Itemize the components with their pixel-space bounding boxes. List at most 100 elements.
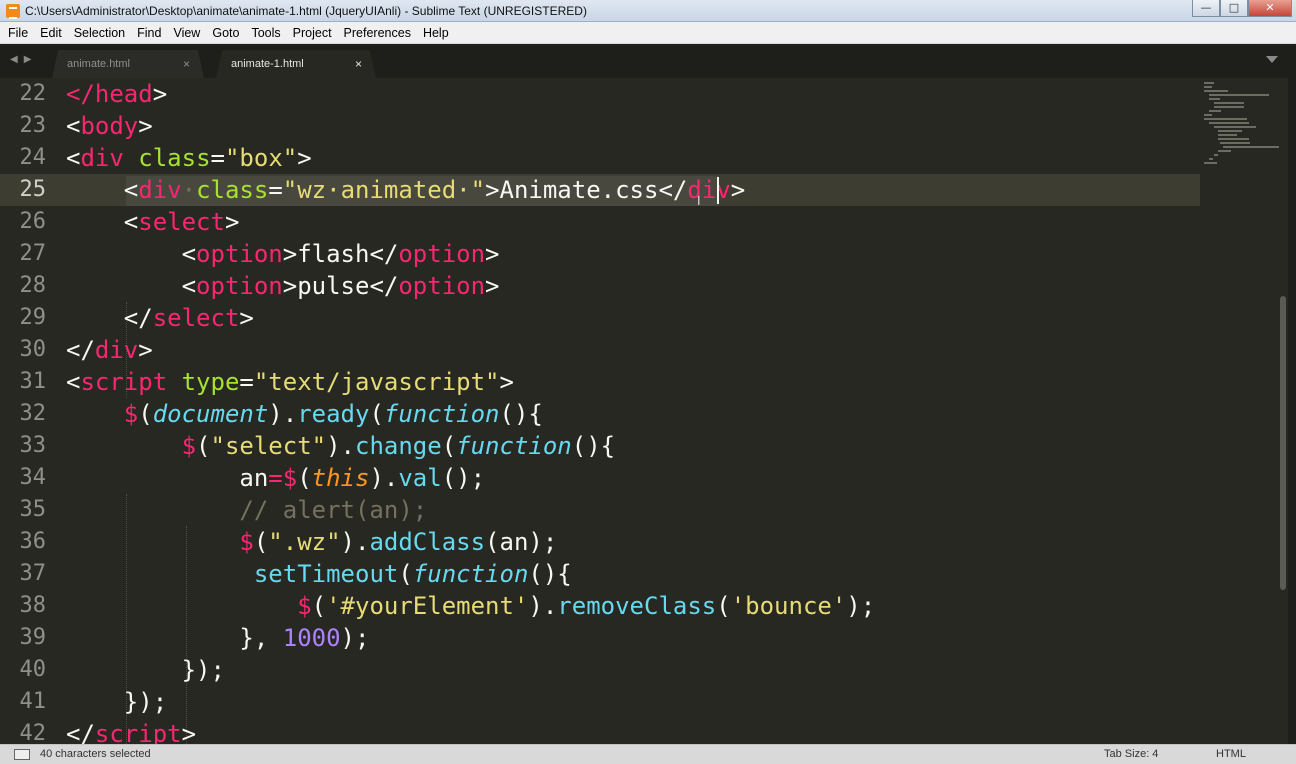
minimap-line — [1219, 142, 1251, 144]
code-token: $ — [282, 464, 298, 492]
code-line[interactable]: $(".wz").addClass(an); — [66, 526, 1196, 558]
code-editor[interactable]: 22 23 24 25 26 27 28 29 30 31 32 33 34 35 36 37 38 39 40 41… — [0, 78, 1296, 744]
minimap-line — [1218, 134, 1237, 136]
tab-animate-html[interactable]: animate.html × — [52, 50, 204, 78]
code-line[interactable]: <div·class="wz·animated·">Animate.css</d… — [66, 174, 1196, 206]
tab-close-icon[interactable]: × — [355, 57, 362, 71]
code-token: ( — [369, 400, 384, 428]
code-token: function — [383, 400, 500, 428]
code-token: script — [80, 368, 168, 396]
menu-view[interactable]: View — [167, 22, 206, 44]
minimap[interactable] — [1200, 78, 1280, 178]
code-line[interactable]: // alert(an); — [66, 494, 1196, 526]
code-token: removeClass — [557, 592, 717, 620]
code-token: < — [66, 368, 81, 396]
code-token: (){ — [571, 432, 616, 460]
minimap-line — [1218, 138, 1250, 140]
line-number: 23 — [19, 113, 47, 138]
code-line[interactable]: }); — [66, 654, 1196, 686]
tab-nav-arrows: ◀ ▶ — [10, 54, 31, 65]
tab-close-icon[interactable]: × — [183, 57, 190, 71]
code-token: >Animate.css</ — [485, 176, 688, 204]
tab-list-dropdown-icon[interactable] — [1266, 56, 1278, 63]
line-number: 36 — [19, 529, 47, 554]
code-token: addClass — [369, 528, 486, 556]
panel-toggle-icon[interactable] — [14, 749, 30, 760]
menu-goto[interactable]: Goto — [206, 22, 245, 44]
syntax-status[interactable]: HTML — [1216, 748, 1246, 760]
code-line[interactable]: <select> — [66, 206, 1196, 238]
menu-bar: File Edit Selection Find View Goto Tools… — [0, 22, 1296, 44]
tab-size-status[interactable]: Tab Size: 4 — [1104, 748, 1158, 760]
code-token: function — [412, 560, 529, 588]
code-token: ). — [369, 464, 399, 492]
code-token: option — [196, 240, 283, 268]
code-token: option — [398, 240, 486, 268]
menu-find[interactable]: Find — [131, 22, 167, 44]
code-line[interactable]: setTimeout(function(){ — [66, 558, 1196, 590]
menu-help[interactable]: Help — [417, 22, 455, 44]
code-line[interactable]: </select> — [66, 302, 1196, 334]
menu-selection[interactable]: Selection — [68, 22, 131, 44]
code-token: }); — [66, 656, 225, 684]
code-line[interactable]: $("select").change(function(){ — [66, 430, 1196, 462]
code-line[interactable]: <body> — [66, 110, 1196, 142]
code-token: >pulse</ — [282, 272, 399, 300]
code-token: ); — [340, 624, 370, 652]
maximize-button[interactable]: □ — [1220, 0, 1248, 17]
code-line[interactable]: </head> — [66, 78, 1196, 110]
minimap-line — [1204, 82, 1214, 84]
back-arrow-icon[interactable]: ◀ — [10, 54, 18, 65]
close-button[interactable]: ✕ — [1248, 0, 1292, 17]
menu-tools[interactable]: Tools — [245, 22, 286, 44]
code-line[interactable]: $('#yourElement').removeClass('bounce'); — [66, 590, 1196, 622]
code-line[interactable]: </script> — [66, 718, 1196, 744]
code-line[interactable]: an=$(this).val(); — [66, 462, 1196, 494]
text-caret — [717, 177, 719, 204]
code-token: ). — [528, 592, 558, 620]
code-token: < — [66, 208, 139, 236]
code-area[interactable]: </head> <body> <div class="box"> <div·clas… — [66, 78, 1196, 744]
code-line[interactable]: <option>flash</option> — [66, 238, 1196, 270]
code-token: < — [66, 112, 81, 140]
code-token: div — [687, 176, 731, 204]
window-controls: — □ ✕ — [1192, 0, 1292, 17]
tab-label: animate.html — [67, 58, 130, 70]
code-token: div — [138, 176, 182, 204]
menu-edit[interactable]: Edit — [34, 22, 68, 44]
code-line[interactable]: </div> — [66, 334, 1196, 366]
code-token: </ — [66, 720, 95, 744]
code-line[interactable]: <option>pulse</option> — [66, 270, 1196, 302]
code-token: < — [66, 176, 139, 204]
tab-animate-1-html[interactable]: animate-1.html × — [216, 50, 376, 78]
line-number: 38 — [19, 593, 47, 618]
code-token: = — [210, 144, 225, 172]
code-token: $ — [181, 432, 197, 460]
code-line[interactable]: $(document).ready(function(){ — [66, 398, 1196, 430]
minimap-line — [1223, 146, 1280, 148]
code-line[interactable]: <script type="text/javascript"> — [66, 366, 1196, 398]
menu-preferences[interactable]: Preferences — [338, 22, 417, 44]
minimize-button[interactable]: — — [1192, 0, 1220, 17]
menu-project[interactable]: Project — [287, 22, 338, 44]
sublime-app-icon — [6, 3, 20, 19]
menu-file[interactable]: File — [2, 22, 34, 44]
code-token: > — [730, 176, 746, 204]
scrollbar-thumb[interactable] — [1280, 296, 1286, 590]
line-number: 32 — [19, 401, 47, 426]
code-token: ready — [297, 400, 370, 428]
code-token: "wz·animated·" — [282, 176, 486, 204]
minimap-line — [1213, 154, 1218, 156]
code-line[interactable]: }); — [66, 686, 1196, 718]
code-line[interactable]: }, 1000); — [66, 622, 1196, 654]
code-token: > — [152, 80, 168, 108]
code-line[interactable]: <div class="box"> — [66, 142, 1196, 174]
forward-arrow-icon[interactable]: ▶ — [24, 54, 32, 65]
code-token: body — [80, 112, 139, 140]
minimap-line — [1213, 106, 1245, 108]
code-token: ( — [398, 560, 413, 588]
code-token: = — [268, 176, 283, 204]
